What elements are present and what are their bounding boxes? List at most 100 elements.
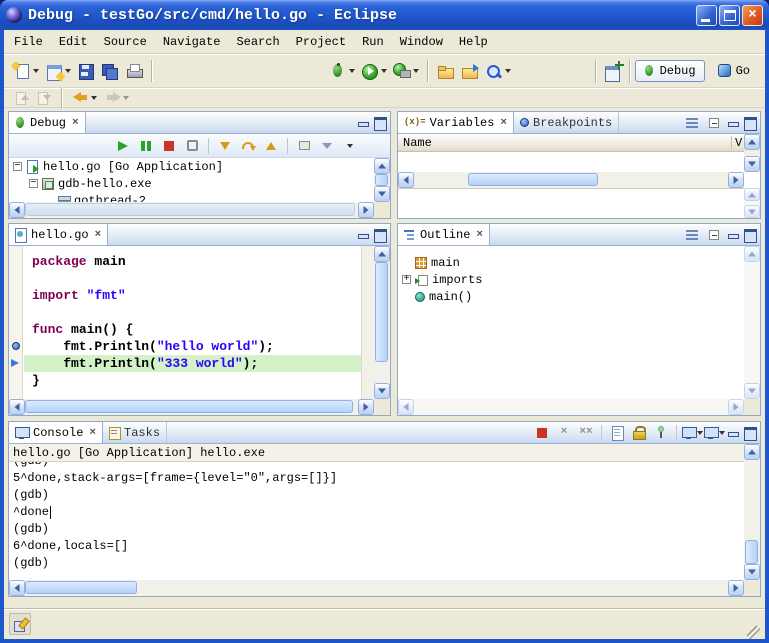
open-console-button[interactable] [704, 423, 724, 442]
scroll-down-button[interactable] [744, 156, 760, 172]
debug-vertical-scrollbar[interactable] [374, 158, 390, 202]
resume-button[interactable] [113, 136, 133, 155]
maximize-view-icon[interactable] [373, 116, 388, 129]
scroll-left-button[interactable] [9, 580, 25, 596]
suspend-button[interactable] [136, 136, 156, 155]
forward-button[interactable] [102, 90, 132, 105]
maximize-view-icon[interactable] [743, 228, 758, 241]
close-view-icon[interactable]: × [72, 117, 79, 129]
tree-minus-icon[interactable]: − [13, 162, 22, 171]
menu-item-file[interactable]: File [6, 31, 51, 53]
details-vertical-scrollbar[interactable] [744, 188, 760, 218]
tree-minus-icon[interactable]: − [29, 179, 38, 188]
debug-horizontal-scrollbar[interactable] [9, 202, 374, 218]
console-horizontal-scrollbar[interactable] [9, 580, 744, 596]
outline-tree[interactable]: main+importsmain() [398, 246, 744, 399]
scroll-left-button[interactable] [398, 399, 414, 415]
variables-detail-pane[interactable] [398, 188, 744, 218]
outline-tab[interactable]: Outline × [398, 224, 490, 245]
debug-tree-row[interactable]: gothread-2 [9, 192, 374, 202]
scroll-left-button[interactable] [9, 202, 25, 218]
scroll-thumb[interactable] [375, 174, 388, 186]
debug-tree-row[interactable]: −gdb-hello.exe [9, 175, 374, 192]
clear-console-button[interactable] [607, 423, 627, 442]
sort-button[interactable] [682, 225, 702, 244]
maximize-button[interactable] [719, 5, 740, 26]
close-editor-icon[interactable]: × [95, 229, 102, 241]
scroll-down-button[interactable] [374, 383, 390, 399]
minimize-view-icon[interactable] [726, 116, 741, 129]
editor-horizontal-scrollbar[interactable] [9, 399, 374, 415]
title-bar[interactable]: Debug - testGo/src/cmd/hello.go - Eclips… [0, 0, 769, 30]
open-perspective-button[interactable] [601, 61, 625, 81]
save-all-button[interactable] [98, 61, 122, 81]
code-line[interactable] [24, 270, 361, 287]
save-button[interactable] [74, 61, 98, 81]
dropdown-arrow-icon[interactable] [91, 96, 97, 100]
drop-to-frame-button[interactable] [294, 136, 314, 155]
code-line[interactable]: func main() { [24, 321, 361, 338]
remove-launch-button[interactable]: × [554, 423, 574, 442]
minimize-view-icon[interactable] [726, 426, 741, 439]
tasks-tab[interactable]: Tasks [103, 422, 167, 443]
maximize-view-icon[interactable] [743, 426, 758, 439]
debug-tree[interactable]: −hello.go [Go Application]−gdb-hello.exe… [9, 158, 374, 202]
code-line[interactable]: fmt.Println("hello world"); [24, 338, 361, 355]
editor-vertical-scrollbar[interactable] [374, 246, 390, 399]
terminate-button[interactable] [159, 136, 179, 155]
disconnect-button[interactable] [182, 136, 202, 155]
menu-item-project[interactable]: Project [288, 31, 354, 53]
scroll-thumb[interactable] [468, 173, 598, 186]
fast-view-button[interactable] [9, 613, 31, 635]
maximize-view-icon[interactable] [743, 116, 758, 129]
code-lines[interactable]: package main import "fmt" func main() { … [24, 246, 361, 399]
column-header-value[interactable]: V [731, 136, 744, 150]
resize-grip[interactable] [747, 626, 760, 639]
scroll-up-button[interactable] [744, 134, 760, 150]
view-menu-button[interactable] [340, 136, 360, 155]
scroll-down-button[interactable] [744, 383, 760, 399]
search-button[interactable] [482, 61, 514, 81]
scroll-up-button[interactable] [374, 158, 390, 174]
remove-all-launches-button[interactable]: ×× [576, 423, 596, 442]
scroll-down-button[interactable] [744, 205, 760, 218]
dropdown-arrow-icon[interactable] [697, 431, 703, 435]
scroll-thumb[interactable] [375, 262, 388, 362]
close-view-icon[interactable]: × [89, 427, 96, 439]
code-line[interactable]: package main [24, 253, 361, 270]
editor-tab-hello-go[interactable]: hello.go × [9, 224, 108, 245]
debug-launch-button[interactable] [326, 61, 358, 81]
step-filters-button[interactable] [317, 136, 337, 155]
debug-view-tab[interactable]: Debug × [9, 112, 86, 133]
variables-horizontal-scrollbar[interactable] [398, 172, 744, 188]
variables-tree[interactable] [398, 152, 744, 172]
back-button[interactable] [70, 90, 100, 105]
column-header-name[interactable]: Name [398, 136, 731, 150]
minimize-view-icon[interactable] [726, 228, 741, 241]
scroll-up-button[interactable] [744, 444, 760, 460]
scroll-left-button[interactable] [398, 172, 414, 188]
collapse-all-button[interactable] [704, 113, 724, 132]
step-return-button[interactable] [261, 136, 281, 155]
outline-tree-row[interactable]: main() [398, 288, 744, 305]
display-console-button[interactable] [682, 423, 702, 442]
minimize-button[interactable] [696, 5, 717, 26]
dropdown-arrow-icon[interactable] [349, 69, 355, 73]
console-text-area[interactable]: (gdb) 5^done,stack-args=[frame={level="0… [9, 462, 744, 580]
close-view-icon[interactable]: × [500, 117, 507, 129]
dropdown-arrow-icon[interactable] [505, 69, 511, 73]
previous-annotation-button[interactable] [12, 89, 32, 107]
outline-tree-row[interactable]: +imports [398, 271, 744, 288]
minimize-view-icon[interactable] [356, 228, 371, 241]
menu-item-navigate[interactable]: Navigate [155, 31, 229, 53]
perspective-debug-button[interactable]: Debug [635, 60, 705, 82]
code-line[interactable]: } [24, 372, 361, 389]
scroll-thumb[interactable] [745, 540, 758, 564]
breakpoints-tab[interactable]: Breakpoints [514, 112, 619, 133]
open-folder-button[interactable] [434, 61, 458, 81]
scroll-lock-button[interactable] [629, 423, 649, 442]
outline-tree-row[interactable]: main [398, 254, 744, 271]
console-tab[interactable]: Console × [9, 422, 103, 443]
menu-item-help[interactable]: Help [451, 31, 496, 53]
scroll-right-button[interactable] [358, 202, 374, 218]
